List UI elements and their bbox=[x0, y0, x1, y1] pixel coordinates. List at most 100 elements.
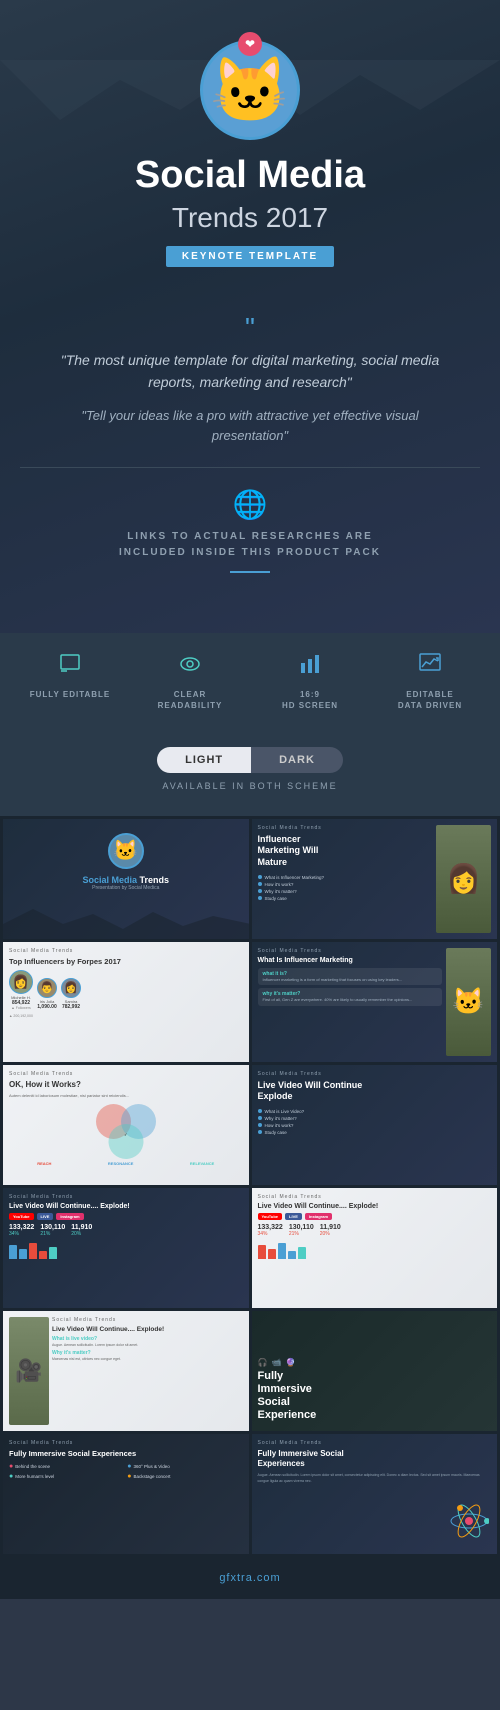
stat-1: 133,322 34% bbox=[9, 1224, 34, 1237]
avatar-container: ❤ 🐱 bbox=[200, 40, 300, 140]
slide-thumb-10[interactable]: 🎧 📹 🔮 FullyImmersiveSocialExperience bbox=[252, 1311, 498, 1431]
stat-6: 11,910 20% bbox=[320, 1224, 341, 1237]
item-360: ●360° Plus & Video bbox=[127, 1463, 242, 1470]
slide6-check-2: Why it's matter? bbox=[258, 1116, 492, 1121]
eye-icon bbox=[130, 653, 250, 681]
slide7-title: Live Video Will Continue.... Explode! bbox=[9, 1203, 243, 1210]
venn-diagram: ✓ bbox=[91, 1104, 161, 1159]
slide6-title: Live Video Will ContinueExplode bbox=[258, 1080, 492, 1103]
slide3-influencers: 👩 Michelle H. 854,922 ▲ Followers 👨 Iris… bbox=[9, 970, 243, 1010]
bar-icon bbox=[250, 653, 370, 681]
stat-5: 130,110 21% bbox=[289, 1224, 314, 1237]
slide9-photo: 🎥 bbox=[9, 1317, 49, 1425]
slide-thumb-4[interactable]: Social Media Trends What Is Influencer M… bbox=[252, 942, 498, 1062]
slide12-title: Fully Immersive SocialExperiences bbox=[258, 1449, 492, 1470]
quote-text-2: "Tell your ideas like a pro with attract… bbox=[50, 406, 450, 448]
stat-3: 11,910 20% bbox=[71, 1224, 92, 1237]
features-row: FULLY EDITABLE CLEARREADABILITY 16:9HD S… bbox=[0, 633, 500, 731]
hero-section: ❤ 🐱 Social Media Trends 2017 KEYNOTE TEM… bbox=[0, 0, 500, 633]
slide6-check-3: How it's work? bbox=[258, 1123, 492, 1128]
globe-text: LINKS TO ACTUAL RESEARCHES AREINCLUDED I… bbox=[40, 529, 460, 561]
stat-2: 130,110 21% bbox=[40, 1224, 65, 1237]
stat-4: 133,322 34% bbox=[258, 1224, 283, 1237]
slide9-content: Social Media Trends Live Video Will Cont… bbox=[52, 1317, 243, 1425]
slide10-content: 🎧 📹 🔮 FullyImmersiveSocialExperience bbox=[258, 1358, 492, 1423]
slide-thumb-5[interactable]: Social Media Trends OK, How it Works? Au… bbox=[3, 1065, 249, 1185]
edit-icon bbox=[10, 653, 130, 681]
slide5-desc: Autem deleniti id laboriosum molestiae, … bbox=[9, 1093, 243, 1098]
feature-hdscreen: 16:9HD SCREEN bbox=[250, 653, 370, 711]
hero-subtitle: Trends 2017 bbox=[20, 202, 480, 234]
slide12-text: Augue. Aenean sollicitudin. Lorem ipsum … bbox=[258, 1473, 492, 1484]
check-item-3: Why it's matter? bbox=[258, 889, 433, 894]
slide8-tags: YouTube LIVE Instagram bbox=[258, 1213, 492, 1220]
divider-line bbox=[230, 571, 270, 573]
slide-thumb-8[interactable]: Social Media Trends Live Video Will Cont… bbox=[252, 1188, 498, 1308]
watermark-text: gfxtra.com bbox=[219, 1572, 280, 1584]
what-box-1: what it is? Influencer marketing is a fo… bbox=[258, 968, 443, 986]
slide10-icons: 🎧 📹 🔮 bbox=[258, 1358, 492, 1367]
feature-datadriven-label: EDITABLEDATA DRIVEN bbox=[370, 689, 490, 711]
check-item-2: How it's work? bbox=[258, 882, 433, 887]
slide4-brand: Social Media Trends bbox=[258, 948, 443, 954]
slide9-what-label: What is live video? bbox=[52, 1336, 243, 1342]
slides-grid: 🐱 Social Media Trends Presentation by So… bbox=[0, 816, 500, 1557]
slide8-title: Live Video Will Continue.... Explode! bbox=[258, 1203, 492, 1210]
light-scheme-button[interactable]: LIGHT bbox=[157, 747, 251, 773]
check-item-4: Study case bbox=[258, 896, 433, 901]
feature-readability-label: CLEARREADABILITY bbox=[130, 689, 250, 711]
globe-section: 🌐 LINKS TO ACTUAL RESEARCHES AREINCLUDED… bbox=[20, 467, 480, 603]
hero-title: Social Media bbox=[20, 155, 480, 197]
slide8-stats: 133,322 34% 130,110 21% 11,910 20% bbox=[258, 1224, 492, 1237]
slide-thumb-1[interactable]: 🐱 Social Media Trends Presentation by So… bbox=[3, 819, 249, 939]
slide-thumb-2[interactable]: Social Media Trends InfluencerMarketing … bbox=[252, 819, 498, 939]
slide6-checklist: What is Live Video? Why it's matter? How… bbox=[258, 1109, 492, 1135]
slide9-brand: Social Media Trends bbox=[52, 1317, 243, 1323]
slide-thumb-6[interactable]: Social Media Trends Live Video Will Cont… bbox=[252, 1065, 498, 1185]
quote-text-1: "The most unique template for digital ma… bbox=[50, 349, 450, 394]
slide7-chart bbox=[9, 1241, 243, 1259]
check-item-1: What is Influencer Marketing? bbox=[258, 875, 433, 880]
quote-section: " "The most unique template for digital … bbox=[20, 292, 480, 467]
dark-scheme-button[interactable]: DARK bbox=[251, 747, 343, 773]
feature-editable: FULLY EDITABLE bbox=[10, 653, 130, 711]
chart-icon bbox=[370, 653, 490, 681]
slide11-brand: Social Media Trends bbox=[9, 1440, 243, 1446]
slide9-what-text: Augue. Aenean sollicitudin. Lorem ipsum … bbox=[52, 1343, 243, 1347]
slide7-stats: 133,322 34% 130,110 21% 11,910 20% bbox=[9, 1224, 243, 1237]
slide4-cat: 🐱 bbox=[446, 948, 491, 1056]
feature-hdscreen-label: 16:9HD SCREEN bbox=[250, 689, 370, 711]
slide2-brand: Social Media Trends bbox=[258, 825, 433, 831]
slide9-why-text: Maecenas nisl est, ultrices nec congue e… bbox=[52, 1357, 243, 1361]
slide1-title: Social Media Trends bbox=[9, 875, 243, 885]
slide3-title: Top Influencers by Forpes 2017 bbox=[9, 957, 243, 966]
slide9-title: Live Video Will Continue.... Explode! bbox=[52, 1326, 243, 1333]
item-backstage: ●Backstage concert bbox=[127, 1473, 242, 1480]
slide6-check-1: What is Live Video? bbox=[258, 1109, 492, 1114]
slide4-left: Social Media Trends What Is Influencer M… bbox=[258, 948, 443, 1056]
slide2-checklist: What is Influencer Marketing? How it's w… bbox=[258, 875, 433, 901]
slide3-brand: Social Media Trends bbox=[9, 948, 243, 954]
feature-readability: CLEARREADABILITY bbox=[130, 653, 250, 711]
slide-thumb-3[interactable]: Social Media Trends Top Influencers by F… bbox=[3, 942, 249, 1062]
slide9-why-label: Why it's matter? bbox=[52, 1350, 243, 1356]
what-box-2: why it's matter? First of all, Gen Z are… bbox=[258, 988, 443, 1006]
slide12-icon bbox=[449, 1501, 489, 1546]
slide-thumb-7[interactable]: Social Media Trends Live Video Will Cont… bbox=[3, 1188, 249, 1308]
scheme-section: LIGHT DARK AVAILABLE IN BOTH SCHEME bbox=[0, 732, 500, 816]
slide-thumb-12[interactable]: Social Media Trends Fully Immersive Soci… bbox=[252, 1434, 498, 1554]
quote-mark: " bbox=[50, 312, 450, 344]
slide5-brand: Social Media Trends bbox=[9, 1071, 243, 1077]
slide-thumb-11[interactable]: Social Media Trends Fully Immersive Soci… bbox=[3, 1434, 249, 1554]
slide3-footnote: ▲ 200,192,000 bbox=[9, 1014, 243, 1018]
slide5-title: OK, How it Works? bbox=[9, 1080, 243, 1089]
slide-thumb-9[interactable]: 🎥 Social Media Trends Live Video Will Co… bbox=[3, 1311, 249, 1431]
hero-badge: KEYNOTE TEMPLATE bbox=[166, 246, 334, 267]
item-human: ●More human's level bbox=[9, 1473, 124, 1480]
watermark: gfxtra.com bbox=[0, 1557, 500, 1599]
heart-badge: ❤ bbox=[238, 32, 262, 56]
slide8-chart bbox=[258, 1241, 492, 1259]
feature-datadriven: EDITABLEDATA DRIVEN bbox=[370, 653, 490, 711]
slide4-title: What Is Influencer Marketing bbox=[258, 957, 443, 964]
slide7-tags: YouTube LIVE Instagram bbox=[9, 1213, 243, 1220]
